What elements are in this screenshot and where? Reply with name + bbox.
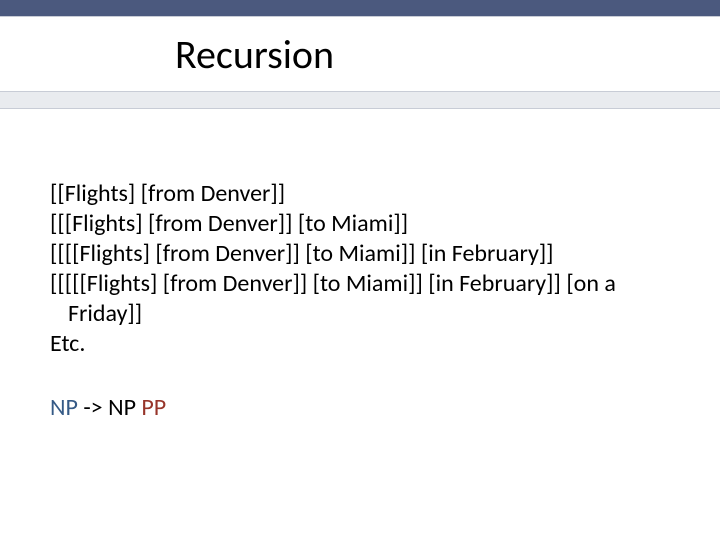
rule-lhs: NP — [50, 393, 78, 422]
example-line: [[[[Flights] [from Denver]] [to Miami]] … — [50, 239, 670, 269]
title-area: Recursion — [0, 17, 720, 91]
example-line: [[Flights] [from Denver]] — [50, 179, 670, 209]
title-bar-bottom — [0, 91, 720, 109]
grammar-rule: NP -> NP PP — [50, 393, 670, 423]
slide-title: Recursion — [0, 30, 334, 79]
slide: Recursion [[Flights] [from Denver]] [[[F… — [0, 0, 720, 540]
example-line: [[[Flights] [from Denver]] [to Miami]] — [50, 209, 670, 239]
slide-content: [[Flights] [from Denver]] [[[Flights] [f… — [0, 109, 720, 423]
rule-arrow: -> — [83, 393, 102, 422]
rule-rhs-np: NP — [108, 393, 136, 422]
rule-rhs-pp: PP — [141, 393, 166, 422]
example-line: [[[[[Flights] [from Denver]] [to Miami]]… — [50, 269, 670, 329]
title-bar-top — [0, 0, 720, 17]
example-line: Etc. — [50, 329, 670, 359]
